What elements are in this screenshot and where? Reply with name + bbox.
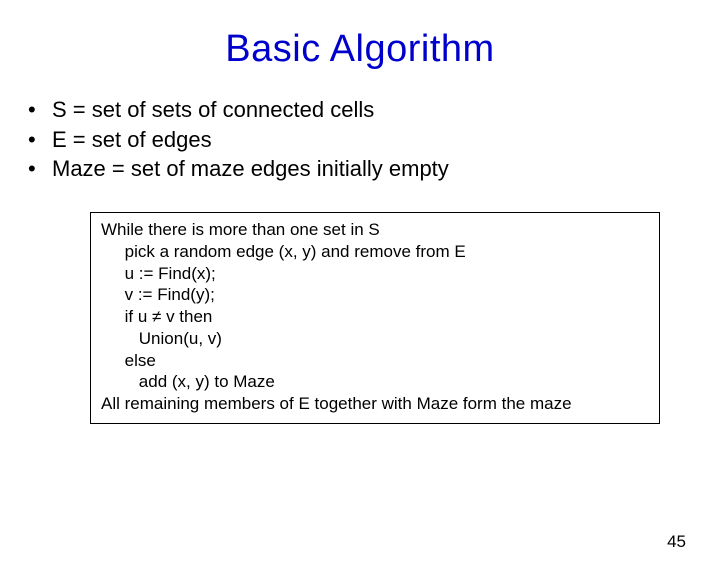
pseudocode-box: While there is more than one set in S pi… [90,212,660,424]
code-line: add (x, y) to Maze [101,371,649,393]
slide-title: Basic Algorithm [0,28,720,71]
code-line: Union(u, v) [101,328,649,350]
code-line: While there is more than one set in S [101,219,649,241]
code-line: else [101,350,649,372]
bullet-item: Maze = set of maze edges initially empty [28,154,720,184]
bullet-item: S = set of sets of connected cells [28,95,720,125]
code-line: All remaining members of E together with… [101,393,649,415]
code-line: pick a random edge (x, y) and remove fro… [101,241,649,263]
code-line: u := Find(x); [101,263,649,285]
code-line: v := Find(y); [101,284,649,306]
code-line: if u ≠ v then [101,306,649,328]
page-number: 45 [667,532,686,552]
bullet-list: S = set of sets of connected cells E = s… [28,95,720,184]
bullet-item: E = set of edges [28,125,720,155]
